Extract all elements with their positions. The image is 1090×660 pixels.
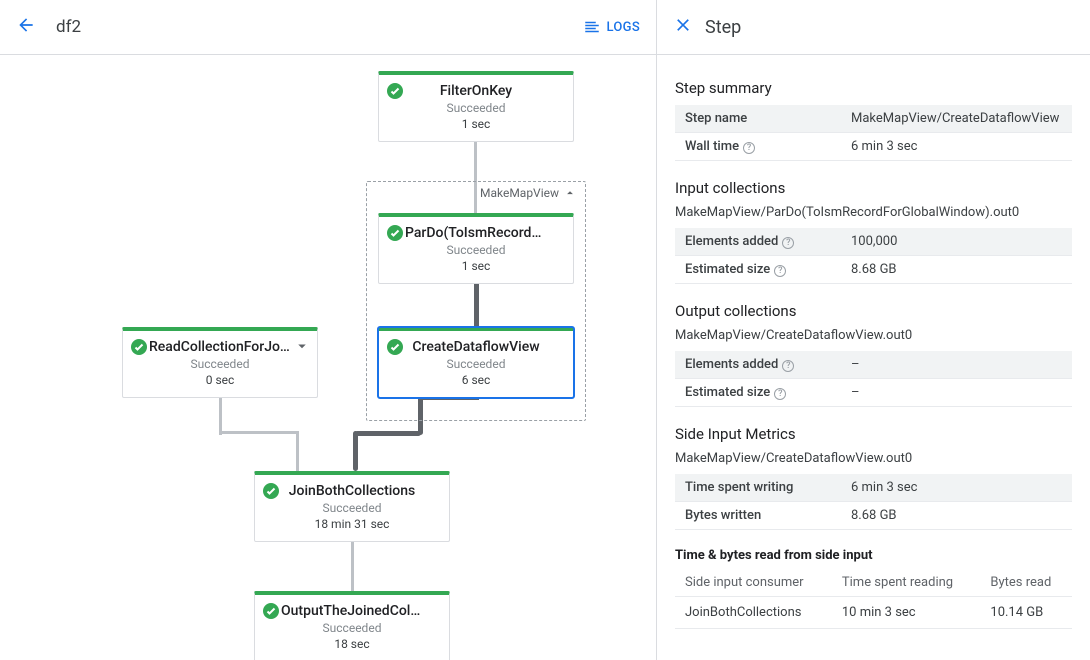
side-input-reads-title: Time & bytes read from side input — [675, 548, 1072, 563]
table-header-row: Side input consumer Time spent reading B… — [675, 569, 1072, 597]
table-row: Estimated size? 8.68 GB — [675, 256, 1072, 284]
cell-val: 8.68 GB — [841, 502, 1072, 530]
status-check-icon — [263, 603, 279, 619]
col-bytes: Bytes read — [980, 569, 1072, 597]
cell-val: – — [841, 351, 1072, 379]
input-collection-name: MakeMapView/ParDo(ToIsmRecordForGlobalWi… — [675, 205, 1072, 220]
help-icon[interactable]: ? — [774, 388, 786, 400]
table-row: Bytes written 8.68 GB — [675, 502, 1072, 530]
node-output-joined[interactable]: OutputTheJoinedCollec… Succeeded 18 sec — [254, 591, 450, 660]
cell-val: 6 min 3 sec — [841, 133, 1072, 161]
node-status: Succeeded — [263, 621, 441, 635]
status-check-icon — [387, 339, 403, 355]
section-output-collections: Output collections — [675, 302, 1072, 320]
panel-title: Step — [705, 17, 741, 38]
cell-key: Estimated size? — [675, 379, 841, 407]
close-button[interactable] — [673, 15, 693, 39]
side-input-kv-table: Time spent writing 6 min 3 sec Bytes wri… — [675, 474, 1072, 530]
node-pardo[interactable]: ParDo(ToIsmRecordFor… Succeeded 1 sec — [378, 213, 574, 284]
node-time: 1 sec — [387, 259, 565, 273]
cell-time: 10 min 3 sec — [832, 597, 981, 629]
chevron-up-icon — [563, 186, 577, 200]
node-name: OutputTheJoinedCollec… — [263, 603, 441, 619]
input-collections-table: Elements added? 100,000 Estimated size? … — [675, 228, 1072, 284]
node-time: 18 min 31 sec — [263, 517, 441, 531]
cell-key: Wall time? — [675, 133, 841, 161]
node-read-collection[interactable]: ReadCollectionForJoin Succeeded 0 sec — [122, 327, 318, 398]
table-row: Elements added? – — [675, 351, 1072, 379]
table-row: Step name MakeMapView/CreateDataflowView — [675, 105, 1072, 133]
node-name: FilterOnKey — [387, 83, 565, 99]
cell-consumer: JoinBothCollections — [675, 597, 832, 629]
job-graph[interactable]: MakeMapView FilterOnKey Succeeded 1 sec … — [0, 55, 656, 660]
node-filter-on-key[interactable]: FilterOnKey Succeeded 1 sec — [378, 71, 574, 142]
node-status: Succeeded — [387, 357, 565, 371]
help-icon[interactable]: ? — [743, 142, 755, 154]
close-icon — [673, 15, 693, 35]
node-status: Succeeded — [387, 101, 565, 115]
help-icon[interactable]: ? — [782, 360, 794, 372]
cell-bytes: 10.14 GB — [980, 597, 1072, 629]
section-side-input: Side Input Metrics — [675, 425, 1072, 443]
help-icon[interactable]: ? — [774, 265, 786, 277]
back-button[interactable] — [16, 15, 36, 39]
left-toolbar: df2 LOGS — [0, 0, 656, 55]
status-check-icon — [387, 83, 403, 99]
table-row[interactable]: JoinBothCollections 10 min 3 sec 10.14 G… — [675, 597, 1072, 629]
cell-val: 6 min 3 sec — [841, 474, 1072, 502]
cell-val: MakeMapView/CreateDataflowView — [841, 105, 1072, 133]
cell-key: Bytes written — [675, 502, 841, 530]
node-name: ParDo(ToIsmRecordFor… — [387, 225, 565, 241]
logs-icon — [583, 18, 601, 36]
logs-button[interactable]: LOGS — [583, 18, 641, 36]
side-input-reads-table: Side input consumer Time spent reading B… — [675, 569, 1072, 629]
arrow-left-icon — [16, 15, 36, 35]
node-time: 18 sec — [263, 637, 441, 651]
cell-key: Step name — [675, 105, 841, 133]
details-toolbar: Step — [657, 0, 1090, 55]
node-time: 0 sec — [131, 373, 309, 387]
cell-key: Estimated size? — [675, 256, 841, 284]
side-input-name: MakeMapView/CreateDataflowView.out0 — [675, 451, 1072, 466]
table-row: Time spent writing 6 min 3 sec — [675, 474, 1072, 502]
node-status: Succeeded — [131, 357, 309, 371]
status-check-icon — [131, 339, 147, 355]
step-summary-table: Step name MakeMapView/CreateDataflowView… — [675, 105, 1072, 161]
logs-label: LOGS — [607, 20, 641, 35]
chevron-down-icon[interactable] — [293, 337, 311, 355]
section-step-summary: Step summary — [675, 79, 1072, 97]
node-status: Succeeded — [263, 501, 441, 515]
cell-key: Elements added? — [675, 228, 841, 256]
node-name: JoinBothCollections — [263, 483, 441, 499]
help-icon[interactable]: ? — [782, 237, 794, 249]
node-name: ReadCollectionForJoin — [131, 339, 309, 355]
group-label-text: MakeMapView — [480, 186, 559, 200]
cell-val: 100,000 — [841, 228, 1072, 256]
status-check-icon — [387, 225, 403, 241]
table-row: Wall time? 6 min 3 sec — [675, 133, 1072, 161]
cell-val: 8.68 GB — [841, 256, 1072, 284]
cell-key: Time spent writing — [675, 474, 841, 502]
cell-val: – — [841, 379, 1072, 407]
node-time: 6 sec — [387, 373, 565, 387]
table-row: Elements added? 100,000 — [675, 228, 1072, 256]
node-time: 1 sec — [387, 117, 565, 131]
output-collection-name: MakeMapView/CreateDataflowView.out0 — [675, 328, 1072, 343]
details-body: Step summary Step name MakeMapView/Creat… — [657, 55, 1090, 660]
section-input-collections: Input collections — [675, 179, 1072, 197]
node-name: CreateDataflowView — [387, 339, 565, 355]
cell-key: Elements added? — [675, 351, 841, 379]
table-row: Estimated size? – — [675, 379, 1072, 407]
node-create-dataflow-view[interactable]: CreateDataflowView Succeeded 6 sec — [378, 327, 574, 398]
node-status: Succeeded — [387, 243, 565, 257]
job-title: df2 — [56, 17, 81, 37]
col-time: Time spent reading — [832, 569, 981, 597]
col-consumer: Side input consumer — [675, 569, 832, 597]
node-join-both-collections[interactable]: JoinBothCollections Succeeded 18 min 31 … — [254, 471, 450, 542]
status-check-icon — [263, 483, 279, 499]
output-collections-table: Elements added? – Estimated size? – — [675, 351, 1072, 407]
group-toggle[interactable]: MakeMapView — [480, 186, 577, 200]
